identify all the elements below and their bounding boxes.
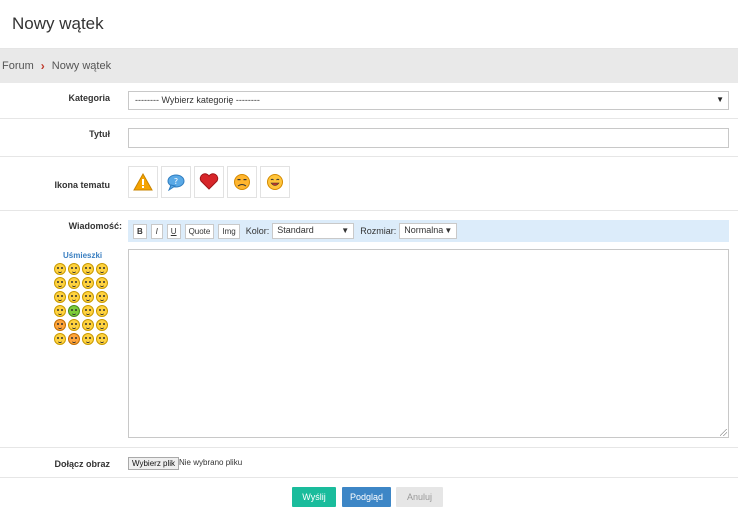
topic-icon-option[interactable]: ? [161,166,191,198]
file-status-text: Nie wybrano pliku [179,458,243,467]
row-divider [0,118,738,119]
title-label: Tytuł [89,129,110,139]
smiley-icon[interactable] [82,263,94,275]
smiley-icon[interactable] [54,319,66,331]
color-label: Kolor: [245,226,270,236]
breadcrumb: Forum › Nowy wątek [0,49,738,83]
smiley-icon[interactable] [96,291,108,303]
smiley-icon[interactable] [82,319,94,331]
smiley-icon[interactable] [96,277,108,289]
row-divider [0,156,738,157]
topic-icon-option[interactable] [128,166,158,198]
smiley-icon[interactable] [82,333,94,345]
message-label: Wiadomość: [68,221,122,231]
smiley-icon[interactable] [68,319,80,331]
breadcrumb-current: Nowy wątek [51,60,112,72]
smiley-icon[interactable] [96,319,108,331]
smiley-icon[interactable] [68,277,80,289]
smiley-icon[interactable] [96,305,108,317]
smiley-icon[interactable] [82,277,94,289]
breadcrumb-forum-link[interactable]: Forum [2,60,34,72]
chevron-down-icon: ▼ [716,95,724,104]
category-select[interactable]: -------- Wybierz kategorię -------- ▼ [128,91,729,110]
topic-icon-option[interactable] [194,166,224,198]
svg-text:?: ? [174,177,178,186]
topic-icon-picker: ? [128,166,290,198]
smiley-icon[interactable] [82,305,94,317]
preview-button[interactable]: Podgląd [342,487,391,507]
breadcrumb-separator: › [40,59,45,73]
title-input[interactable] [128,128,729,148]
smiley-icon[interactable] [68,291,80,303]
quote-button[interactable]: Quote [184,223,215,239]
smiley-icon[interactable] [96,263,108,275]
topic-icon-option[interactable] [227,166,257,198]
chevron-down-icon: ▼ [444,226,453,235]
smiley-icon[interactable] [54,333,66,345]
heart-icon [199,173,219,190]
smiley-icon[interactable] [54,305,66,317]
category-select-value: -------- Wybierz kategorię -------- [135,95,260,105]
cancel-button[interactable]: Anuluj [396,487,443,507]
smiley-icon[interactable] [68,333,80,345]
topic-icon-label: Ikona tematu [54,180,110,190]
message-textarea[interactable] [128,249,729,438]
topic-icon-option[interactable] [260,166,290,198]
smiley-icon[interactable] [54,291,66,303]
underline-button[interactable]: U [166,223,181,239]
smiley-icon[interactable] [68,305,80,317]
choose-file-button[interactable]: Wybierz plik [128,457,180,470]
bold-button[interactable]: B [133,223,147,239]
smiley-icon[interactable] [54,263,66,275]
laughing-face-icon [267,174,283,190]
send-button[interactable]: Wyślij [292,487,336,507]
smiley-picker [54,263,110,347]
row-divider [0,210,738,211]
size-select[interactable]: Normalna ▼ [399,223,458,239]
row-divider [0,447,738,448]
smiley-icon[interactable] [68,263,80,275]
size-label: Rozmiar: [360,226,397,236]
smiley-icon[interactable] [96,333,108,345]
italic-button[interactable]: I [150,223,163,239]
row-divider [0,477,738,478]
editor-toolbar: B I U Quote Img Kolor: Standard ▼ Rozmia… [128,220,729,242]
resize-handle-icon[interactable] [720,429,727,436]
angry-face-icon [234,174,250,190]
size-select-value: Normalna [404,225,444,235]
question-bubble-icon: ? [167,174,185,191]
smiley-icon[interactable] [82,291,94,303]
page-title: Nowy wątek [12,14,104,33]
chevron-down-icon: ▼ [341,226,350,235]
color-select[interactable]: Standard ▼ [272,223,355,239]
smileys-label: Uśmieszki [63,251,103,260]
img-button[interactable]: Img [218,223,240,239]
category-label: Kategoria [68,93,110,103]
color-select-value: Standard [277,225,314,235]
attach-label: Dołącz obraz [54,459,110,469]
warning-icon [133,173,153,191]
smiley-icon[interactable] [54,277,66,289]
